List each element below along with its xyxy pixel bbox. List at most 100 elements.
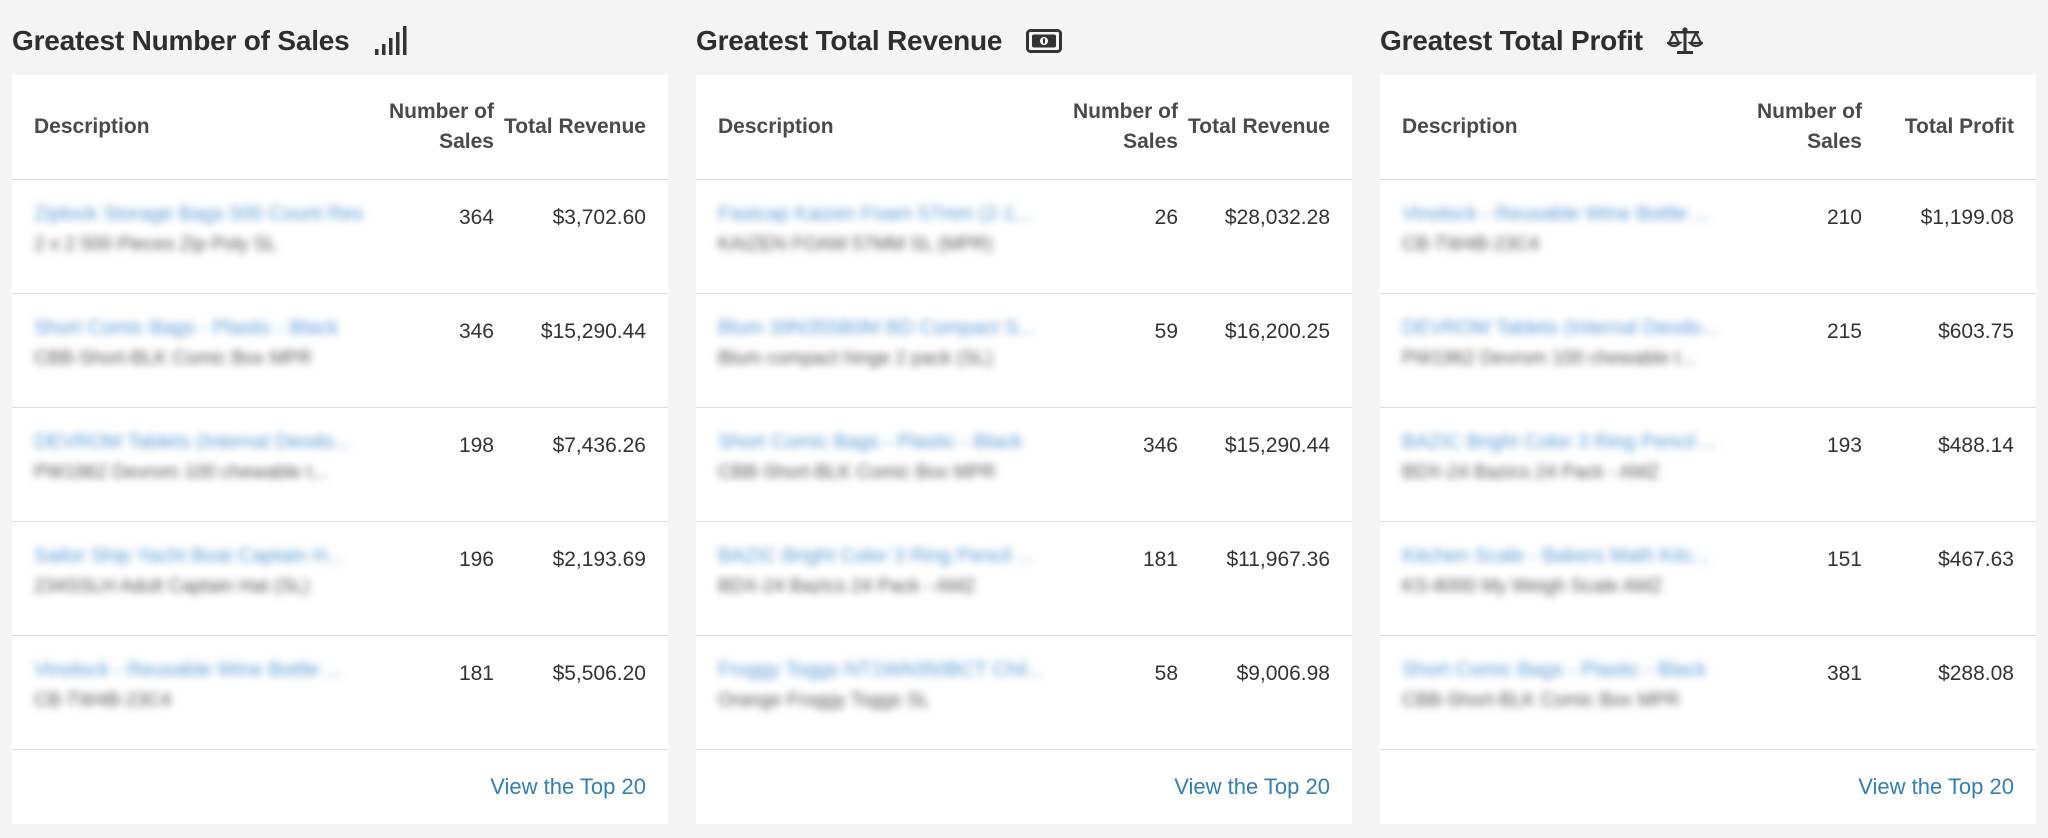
view-top-20-link[interactable]: View the Top 20: [1174, 774, 1330, 800]
product-description: Vinolock - Reusable Wine Bottle ... CB-T…: [34, 659, 364, 712]
column-header-total: Total Profit: [1904, 114, 2014, 138]
product-sku: Orange Froggy Toggs SL: [718, 690, 930, 711]
total-value: $7,436.26: [552, 434, 646, 457]
product-description: BAZIC Bright Color 3 Ring Pencil ... BDX…: [1402, 431, 1732, 484]
product-sku: 2 x 2 500 Pieces Zip Poly SL: [34, 234, 277, 255]
product-title-link[interactable]: Short Comic Bags - Plastic - Black: [718, 431, 1048, 454]
number-of-sales-value: 58: [1154, 662, 1178, 685]
number-of-sales-value: 210: [1826, 206, 1862, 229]
product-description: Short Comic Bags - Plastic - Black CBB-S…: [1402, 659, 1732, 712]
view-top-20-link[interactable]: View the Top 20: [490, 774, 646, 800]
product-title-link[interactable]: BAZIC Bright Color 3 Ring Pencil ...: [718, 545, 1048, 568]
product-description: Fastcap Kaizen Foam 57mm (2-1... KAIZEN …: [718, 203, 1048, 256]
product-sku: PW1962 Devrom 100 chewable t...: [34, 462, 328, 483]
balance-scale-icon: [1666, 26, 1703, 56]
product-description: Short Comic Bags - Plastic - Black CBB-S…: [34, 317, 364, 370]
product-title-link[interactable]: Fastcap Kaizen Foam 57mm (2-1...: [718, 203, 1048, 226]
product-description: DEVROM Tablets (Internal Deodo... PW1962…: [34, 431, 364, 484]
product-title-link[interactable]: BAZIC Bright Color 3 Ring Pencil ...: [1402, 431, 1732, 454]
product-title-link[interactable]: Short Comic Bags - Plastic - Black: [1402, 659, 1732, 682]
table-footer: View the Top 20: [1380, 750, 2036, 824]
column-header-description: Description: [718, 115, 834, 138]
number-of-sales-value: 346: [458, 320, 494, 343]
panel-header: Greatest Number of Sales: [12, 0, 668, 75]
table-row: Vinolock - Reusable Wine Bottle ... CB-T…: [12, 636, 668, 750]
panel-title: Greatest Total Revenue: [696, 24, 1003, 56]
product-title-link[interactable]: Sailor Ship Yacht Boat Captain H...: [34, 545, 364, 568]
total-value: $488.14: [1938, 434, 2014, 457]
number-of-sales-value: 59: [1154, 320, 1178, 343]
table-header: Description Number of Sales Total Revenu…: [696, 75, 1352, 180]
panel-header: Greatest Total Revenue: [696, 0, 1352, 75]
table-row: Short Comic Bags - Plastic - Black CBB-S…: [12, 294, 668, 408]
column-header-number-of-sales: Number of Sales: [1757, 99, 1862, 153]
leaderboard-panel-revenue: Greatest Total Revenue Description Numbe…: [696, 0, 1352, 838]
product-sku: BDX-24 Bazics 24 Pack - AMZ: [718, 576, 976, 597]
table-row: Sailor Ship Yacht Boat Captain H... 234S…: [12, 522, 668, 636]
product-sku: CBB-Short-BLK Comic Box MPR: [718, 462, 996, 483]
table-row: DEVROM Tablets (Internal Deodo... PW1962…: [1380, 294, 2036, 408]
product-description: Vinolock - Reusable Wine Bottle ... CB-T…: [1402, 203, 1732, 256]
total-value: $2,193.69: [552, 548, 646, 571]
product-title-link[interactable]: Short Comic Bags - Plastic - Black: [34, 317, 364, 340]
product-sku: CB-TW4B-23C4: [1402, 234, 1540, 255]
table-header: Description Number of Sales Total Profit: [1380, 75, 2036, 180]
total-value: $11,967.36: [1226, 548, 1330, 571]
product-sku: Blum compact hinge 2 pack (SL): [718, 348, 993, 369]
column-header-description: Description: [1402, 115, 1518, 138]
column-header-number-of-sales: Number of Sales: [1073, 99, 1178, 153]
total-value: $9,006.98: [1236, 662, 1330, 685]
table-footer: View the Top 20: [696, 750, 1352, 824]
product-description: Blum 39N355B0M BD Compact S... Blum comp…: [718, 317, 1048, 370]
product-title-link[interactable]: DEVROM Tablets (Internal Deodo...: [34, 431, 364, 454]
product-description: Short Comic Bags - Plastic - Black CBB-S…: [718, 431, 1048, 484]
leaderboard-panel-sales: Greatest Number of Sales Description Num…: [12, 0, 668, 838]
total-value: $467.63: [1938, 548, 2014, 571]
product-title-link[interactable]: Vinolock - Reusable Wine Bottle ...: [34, 659, 364, 682]
table-header: Description Number of Sales Total Revenu…: [12, 75, 668, 180]
number-of-sales-value: 193: [1826, 434, 1862, 457]
table-row: BAZIC Bright Color 3 Ring Pencil ... BDX…: [1380, 408, 2036, 522]
total-value: $28,032.28: [1224, 206, 1330, 229]
number-of-sales-value: 26: [1154, 206, 1178, 229]
column-header-description: Description: [34, 115, 150, 138]
table-row: BAZIC Bright Color 3 Ring Pencil ... BDX…: [696, 522, 1352, 636]
product-description: Sailor Ship Yacht Boat Captain H... 234S…: [34, 545, 364, 598]
product-description: Ziplock Storage Bags 500 Count Resealabl…: [34, 203, 364, 256]
product-title-link[interactable]: Ziplock Storage Bags 500 Count Resealabl…: [34, 203, 364, 226]
table-body: Fastcap Kaizen Foam 57mm (2-1... KAIZEN …: [696, 180, 1352, 750]
table-row: Froggy Toggs NT1WA050BCT Chil... Orange …: [696, 636, 1352, 750]
product-sku: KAIZEN FOAM 57MM SL (MPR): [718, 234, 993, 255]
number-of-sales-value: 196: [458, 548, 494, 571]
signal-bars-icon: [374, 25, 408, 56]
table-row: Fastcap Kaizen Foam 57mm (2-1... KAIZEN …: [696, 180, 1352, 294]
leaderboard-table: Description Number of Sales Total Revenu…: [696, 75, 1352, 824]
total-value: $288.08: [1938, 662, 2014, 685]
total-value: $15,290.44: [540, 320, 646, 343]
product-title-link[interactable]: DEVROM Tablets (Internal Deodo...: [1402, 317, 1732, 340]
number-of-sales-value: 381: [1826, 662, 1862, 685]
product-description: Kitchen Scale - Bakers Math Kitc... KS-8…: [1402, 545, 1732, 598]
table-row: Vinolock - Reusable Wine Bottle ... CB-T…: [1380, 180, 2036, 294]
table-row: Short Comic Bags - Plastic - Black CBB-S…: [1380, 636, 2036, 750]
table-row: Blum 39N355B0M BD Compact S... Blum comp…: [696, 294, 1352, 408]
product-title-link[interactable]: Vinolock - Reusable Wine Bottle ...: [1402, 203, 1732, 226]
product-sku: CBB-Short-BLK Comic Box MPR: [34, 348, 312, 369]
product-title-link[interactable]: Blum 39N355B0M BD Compact S...: [718, 317, 1048, 340]
view-top-20-link[interactable]: View the Top 20: [1858, 774, 2014, 800]
product-description: BAZIC Bright Color 3 Ring Pencil ... BDX…: [718, 545, 1048, 598]
leaderboard-panel-profit: Greatest Total Profit Description Number…: [1380, 0, 2036, 838]
product-title-link[interactable]: Froggy Toggs NT1WA050BCT Chil...: [718, 659, 1048, 682]
table-row: Short Comic Bags - Plastic - Black CBB-S…: [696, 408, 1352, 522]
total-value: $603.75: [1938, 320, 2014, 343]
product-description: Froggy Toggs NT1WA050BCT Chil... Orange …: [718, 659, 1048, 712]
product-sku: CBB-Short-BLK Comic Box MPR: [1402, 690, 1680, 711]
total-value: $5,506.20: [552, 662, 646, 685]
product-sku: PW1962 Devrom 100 chewable t...: [1402, 348, 1696, 369]
table-row: Kitchen Scale - Bakers Math Kitc... KS-8…: [1380, 522, 2036, 636]
product-sku: CB-TW4B-23C4: [34, 690, 172, 711]
number-of-sales-value: 151: [1826, 548, 1862, 571]
product-title-link[interactable]: Kitchen Scale - Bakers Math Kitc...: [1402, 545, 1732, 568]
number-of-sales-value: 364: [458, 206, 494, 229]
column-header-total: Total Revenue: [504, 114, 646, 138]
